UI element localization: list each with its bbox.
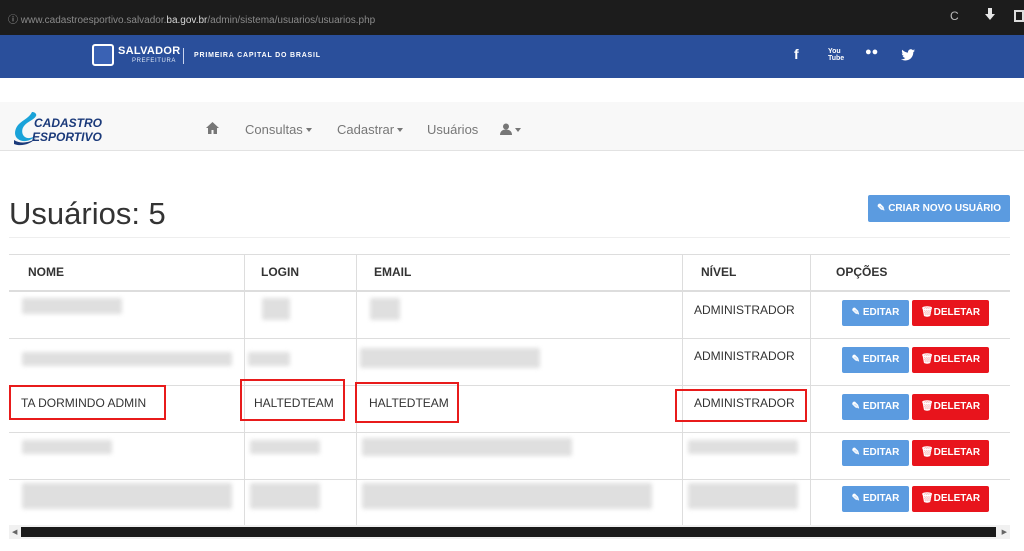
edit-button[interactable]: ✎ EDITAR: [842, 486, 909, 512]
city-seal-icon: [92, 44, 114, 66]
pencil-icon: ✎: [851, 401, 861, 412]
delete-button[interactable]: 🗑DELETAR: [912, 347, 989, 373]
reload-icon[interactable]: C: [950, 9, 959, 23]
url-text[interactable]: ⓘ www.cadastroesportivo.salvador.ba.gov.…: [8, 11, 375, 26]
redacted-cell: [360, 348, 540, 368]
col-header-email[interactable]: EMAIL: [374, 265, 411, 279]
trash-icon: 🗑: [920, 493, 934, 504]
delete-button[interactable]: 🗑DELETAR: [912, 394, 989, 420]
logo-line-1: CADASTRO: [34, 116, 102, 130]
user-menu[interactable]: [500, 122, 521, 137]
header-divider: [183, 48, 184, 64]
url-prefix: www.cadastroesportivo.salvador.: [20, 15, 167, 26]
edit-button[interactable]: ✎ EDITAR: [842, 347, 909, 373]
chevron-down-icon: [515, 128, 521, 132]
highlight-box-nome: [9, 385, 166, 420]
redacted-cell: [22, 483, 232, 509]
trash-icon: 🗑: [920, 354, 934, 365]
redacted-cell: [250, 483, 320, 509]
cadastro-esportivo-logo[interactable]: CADASTRO ESPORTIVO: [8, 107, 113, 152]
edit-button[interactable]: ✎ EDITAR: [842, 440, 909, 466]
home-icon[interactable]: [206, 122, 219, 134]
delete-button[interactable]: 🗑DELETAR: [912, 440, 989, 466]
scrollbar-thumb[interactable]: [21, 527, 996, 537]
nav-usuarios[interactable]: Usuários: [427, 122, 478, 137]
edit-button[interactable]: ✎ EDITAR: [842, 394, 909, 420]
redacted-cell: [250, 440, 320, 454]
col-header-nivel[interactable]: NÍVEL: [701, 265, 736, 279]
delete-button[interactable]: 🗑DELETAR: [912, 486, 989, 512]
download-icon[interactable]: [985, 8, 995, 22]
trash-icon: 🗑: [920, 447, 934, 458]
redacted-cell: [262, 298, 290, 320]
pencil-icon: ✎: [851, 354, 861, 365]
url-domain: ba.gov.br: [166, 15, 208, 26]
redacted-cell: [22, 298, 122, 314]
facebook-icon[interactable]: f: [794, 46, 799, 62]
redacted-cell: [370, 298, 400, 320]
horizontal-scrollbar[interactable]: ◀ ▶: [9, 525, 1010, 539]
redacted-cell: [362, 438, 572, 456]
redacted-cell: [248, 352, 290, 366]
chevron-down-icon: [397, 128, 404, 132]
trash-icon: 🗑: [920, 307, 934, 318]
city-header: SALVADOR PREFEITURA PRIMEIRA CAPITAL DO …: [0, 35, 1024, 78]
twitter-icon[interactable]: [901, 49, 915, 61]
scroll-left-icon[interactable]: ◀: [12, 528, 17, 536]
window-icon[interactable]: [1014, 10, 1024, 22]
highlight-box-nivel: [675, 389, 807, 422]
youtube-icon[interactable]: You Tube: [828, 48, 844, 62]
url-path: /admin/sistema/usuarios/usuarios.php: [207, 15, 376, 26]
brand-name: SALVADOR: [118, 45, 181, 57]
tagline: PRIMEIRA CAPITAL DO BRASIL: [194, 52, 321, 59]
highlight-box-login: [240, 379, 345, 421]
col-header-login[interactable]: LOGIN: [261, 265, 299, 279]
col-header-nome[interactable]: NOME: [28, 265, 64, 279]
chevron-down-icon: [305, 128, 312, 132]
redacted-cell: [22, 440, 112, 454]
nav-cadastrar[interactable]: Cadastrar: [337, 122, 404, 137]
brand-sub: PREFEITURA: [132, 58, 177, 64]
info-icon: ⓘ: [8, 15, 21, 26]
heading-divider: [9, 237, 1010, 238]
logo-line-2: ESPORTIVO: [32, 130, 102, 144]
browser-url-bar: ⓘ www.cadastroesportivo.salvador.ba.gov.…: [0, 0, 1024, 35]
scroll-right-icon[interactable]: ▶: [1002, 528, 1007, 536]
cell-nivel: ADMINISTRADOR: [694, 303, 795, 317]
redacted-cell: [688, 440, 798, 454]
pencil-icon: ✎: [851, 493, 861, 504]
user-icon: [500, 123, 512, 135]
highlight-box-email: [355, 382, 459, 423]
create-user-button[interactable]: ✎ CRIAR NOVO USUÁRIO: [868, 195, 1010, 222]
pencil-icon: ✎: [877, 203, 886, 214]
trash-icon: 🗑: [920, 401, 934, 412]
page-title: Usuários: 5: [9, 196, 166, 231]
delete-button[interactable]: 🗑DELETAR: [912, 300, 989, 326]
pencil-icon: ✎: [851, 447, 861, 458]
edit-button[interactable]: ✎ EDITAR: [842, 300, 909, 326]
cell-nivel: ADMINISTRADOR: [694, 349, 795, 363]
flickr-icon[interactable]: ●●: [865, 46, 878, 58]
redacted-cell: [22, 352, 232, 366]
redacted-cell: [688, 483, 798, 509]
pencil-icon: ✎: [851, 307, 861, 318]
nav-consultas[interactable]: Consultas: [245, 122, 312, 137]
col-header-opcoes: OPÇÕES: [836, 265, 888, 279]
redacted-cell: [362, 483, 652, 509]
